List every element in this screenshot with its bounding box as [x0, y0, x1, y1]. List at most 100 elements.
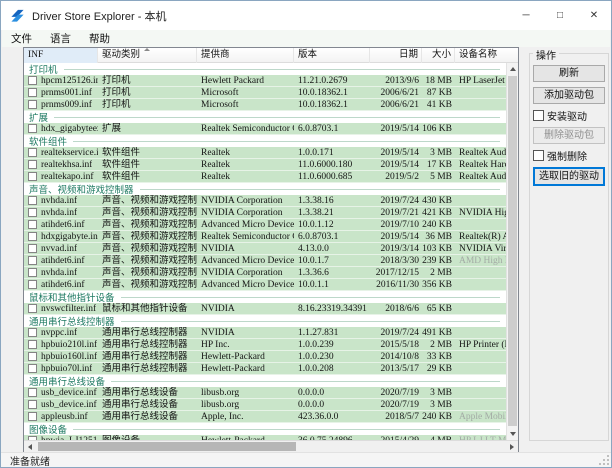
column-header-device[interactable]: 设备名称 — [455, 48, 506, 63]
minimize-button[interactable]: ─ — [509, 1, 543, 30]
cell-category: 通用串行总线设备 — [98, 399, 197, 411]
column-header-size[interactable]: 大小 — [422, 48, 455, 63]
table-row[interactable]: hdx_gigabyteext_rtk.inf 扩展 Realtek Semic… — [24, 123, 506, 135]
row-checkbox[interactable] — [28, 400, 37, 409]
vertical-scrollbar[interactable] — [506, 63, 518, 440]
cell-inf: hdx_gigabyteext_rtk.inf — [41, 123, 98, 135]
table-row[interactable]: hpbuio210l.inf 通用串行总线控制器 HP Inc. 1.0.0.2… — [24, 339, 506, 351]
row-checkbox[interactable] — [28, 196, 37, 205]
cell-category: 声音、视频和游戏控制器 — [98, 231, 197, 243]
install-driver-checkbox[interactable]: 安装驱动 — [533, 109, 605, 122]
table-group-header[interactable]: 打印机 — [24, 63, 506, 75]
checkbox-box-icon[interactable] — [533, 110, 544, 121]
group-divider-line — [121, 321, 500, 322]
table-row[interactable]: appleusb.inf 通用串行总线设备 Apple, Inc. 423.36… — [24, 411, 506, 423]
row-checkbox[interactable] — [28, 328, 37, 337]
table-row[interactable]: nvhda.inf 声音、视频和游戏控制器 NVIDIA Corporation… — [24, 207, 506, 219]
table-row[interactable]: hpcm125126.inf 打印机 Hewlett Packard 11.21… — [24, 75, 506, 87]
column-header-date[interactable]: 日期 — [370, 48, 422, 63]
table-row[interactable]: realtekhsa.inf 软件组件 Realtek 11.0.6000.18… — [24, 159, 506, 171]
row-checkbox[interactable] — [28, 304, 37, 313]
table-group-header[interactable]: 通用串行总线设备 — [24, 375, 506, 387]
row-checkbox[interactable] — [28, 232, 37, 241]
scroll-down-button[interactable] — [507, 428, 518, 440]
row-checkbox[interactable] — [28, 364, 37, 373]
select-old-drivers-button[interactable]: 选取旧的驱动 — [533, 167, 605, 186]
row-checkbox[interactable] — [28, 100, 37, 109]
table-row[interactable]: atihdet6.inf 声音、视频和游戏控制器 Advanced Micro … — [24, 255, 506, 267]
menu-item-language[interactable]: 语言 — [41, 30, 80, 47]
cell-version: 11.0.6000.180 — [294, 159, 370, 171]
row-checkbox[interactable] — [28, 220, 37, 229]
menu-item-file[interactable]: 文件 — [2, 30, 41, 47]
checkbox-box-icon[interactable] — [533, 150, 544, 161]
cell-size: 3 MB — [422, 399, 455, 411]
row-checkbox[interactable] — [28, 340, 37, 349]
maximize-button[interactable]: □ — [543, 1, 577, 30]
title-bar[interactable]: Driver Store Explorer - 本机 ─ □ ✕ — [1, 1, 611, 30]
force-delete-checkbox[interactable]: 强制删除 — [533, 149, 605, 162]
table-row[interactable]: hpbuio160l.inf 通用串行总线控制器 Hewlett-Packard… — [24, 351, 506, 363]
close-button[interactable]: ✕ — [577, 1, 611, 30]
row-checkbox[interactable] — [28, 124, 37, 133]
row-checkbox[interactable] — [28, 148, 37, 157]
row-checkbox[interactable] — [28, 208, 37, 217]
row-checkbox[interactable] — [28, 76, 37, 85]
delete-driver-button[interactable]: 删除驱动包 — [533, 127, 605, 144]
scroll-right-button[interactable] — [506, 441, 518, 452]
cell-date: 2019/7/10 — [370, 219, 422, 231]
table-row[interactable]: hdxgigabyte.inf 声音、视频和游戏控制器 Realtek Semi… — [24, 231, 506, 243]
cell-size: 33 KB — [422, 351, 455, 363]
vertical-scroll-thumb[interactable] — [508, 76, 517, 426]
horizontal-scroll-thumb[interactable] — [38, 442, 296, 451]
scroll-left-button[interactable] — [24, 441, 36, 452]
table-row[interactable]: nvhda.inf 声音、视频和游戏控制器 NVIDIA Corporation… — [24, 267, 506, 279]
row-checkbox[interactable] — [28, 268, 37, 277]
table-group-header[interactable]: 通用串行总线控制器 — [24, 315, 506, 327]
row-checkbox[interactable] — [28, 388, 37, 397]
cell-version: 10.0.18362.1 — [294, 87, 370, 99]
row-checkbox[interactable] — [28, 280, 37, 289]
table-row[interactable]: nvvad.inf 声音、视频和游戏控制器 NVIDIA 4.13.0.0 20… — [24, 243, 506, 255]
column-header-version[interactable]: 版本 — [294, 48, 370, 63]
refresh-button[interactable]: 刷新 — [533, 65, 605, 82]
table-row[interactable]: realtekservice.inf 软件组件 Realtek 1.0.0.17… — [24, 147, 506, 159]
scroll-up-button[interactable] — [507, 63, 518, 75]
cell-device — [455, 279, 506, 291]
table-row[interactable]: prnms001.inf 打印机 Microsoft 10.0.18362.1 … — [24, 87, 506, 99]
cell-category: 软件组件 — [98, 147, 197, 159]
row-checkbox[interactable] — [28, 172, 37, 181]
column-header-provider[interactable]: 提供商 — [197, 48, 294, 63]
cell-provider: Realtek — [197, 159, 294, 171]
table-row[interactable]: usb_device.inf 通用串行总线设备 libusb.org 0.0.0… — [24, 387, 506, 399]
group-divider-line — [121, 297, 500, 298]
column-header-category[interactable]: 驱动类别 — [98, 48, 197, 63]
row-checkbox[interactable] — [28, 160, 37, 169]
table-group-header[interactable]: 软件组件 — [24, 135, 506, 147]
resize-grip[interactable] — [599, 455, 609, 465]
table-group-header[interactable]: 声音、视频和游戏控制器 — [24, 183, 506, 195]
row-checkbox[interactable] — [28, 352, 37, 361]
add-driver-button[interactable]: 添加驱动包 — [533, 87, 605, 104]
group-divider-line — [140, 189, 500, 190]
table-row[interactable]: nvppc.inf 通用串行总线控制器 NVIDIA 1.1.27.831 20… — [24, 327, 506, 339]
menu-item-help[interactable]: 帮助 — [80, 30, 119, 47]
table-row[interactable]: atihdet6.inf 声音、视频和游戏控制器 Advanced Micro … — [24, 219, 506, 231]
row-checkbox[interactable] — [28, 244, 37, 253]
table-group-header[interactable]: 扩展 — [24, 111, 506, 123]
cell-size: 430 KB — [422, 195, 455, 207]
row-checkbox[interactable] — [28, 412, 37, 421]
cell-date: 2015/5/18 — [370, 339, 422, 351]
table-row[interactable]: prnms009.inf 打印机 Microsoft 10.0.18362.1 … — [24, 99, 506, 111]
app-icon — [10, 8, 25, 23]
cell-date: 2019/5/2 — [370, 171, 422, 183]
table-row[interactable]: nvhda.inf 声音、视频和游戏控制器 NVIDIA Corporation… — [24, 195, 506, 207]
row-checkbox[interactable] — [28, 88, 37, 97]
row-checkbox[interactable] — [28, 256, 37, 265]
cell-version: 1.0.0.230 — [294, 351, 370, 363]
horizontal-scrollbar[interactable] — [24, 440, 518, 452]
table-group-header[interactable]: 图像设备 — [24, 423, 506, 435]
table-row[interactable]: usb_device.inf 通用串行总线设备 libusb.org 0.0.0… — [24, 399, 506, 411]
column-header-inf[interactable]: INF — [24, 48, 98, 63]
table-group-header[interactable]: 鼠标和其他指针设备 — [24, 291, 506, 303]
